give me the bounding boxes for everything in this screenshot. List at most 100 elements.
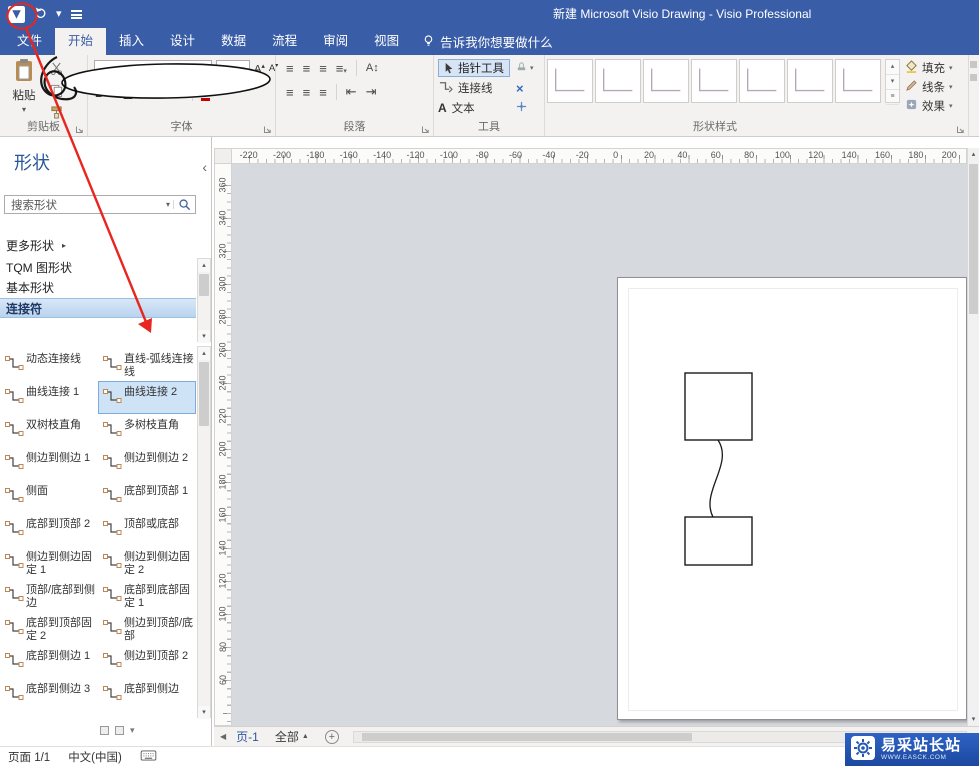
scrollbar-thumb[interactable] [199,362,209,426]
stencil-item[interactable]: 底部到侧边 [98,678,196,711]
scroll-down-icon[interactable]: ▾ [198,330,210,343]
stencil-item[interactable]: 侧边到顶部/底部 [98,612,196,645]
bold-button[interactable]: B [95,86,104,100]
shape-styles-dialog-launcher-icon[interactable] [956,123,966,133]
page-nav-left-icon[interactable]: ◀ [220,732,226,741]
italic-button[interactable]: I [112,86,116,101]
more-shapes-item[interactable]: 更多形状 ▸ [6,237,66,254]
stencil-item[interactable]: 曲线连接 1 [0,381,98,414]
page-info[interactable]: 页面 1/1 [8,749,50,765]
scroll-up-icon[interactable]: ▴ [198,347,210,360]
scroll-up-icon[interactable]: ▴ [198,259,210,272]
connection-point-plus-icon[interactable] [516,101,527,115]
stamp-tool-icon[interactable] [516,61,527,75]
align-bottom-icon[interactable]: ≡ [319,85,327,100]
scroll-down-icon[interactable]: ▾ [968,713,979,726]
align-top-icon[interactable]: ≡ [286,85,294,100]
align-center-icon[interactable]: ≡ [319,61,327,76]
add-page-button[interactable]: + [324,729,339,744]
shape-style-thumbnail[interactable] [643,59,689,103]
scrollbar-thumb[interactable] [199,274,209,296]
stencil-item[interactable]: 双树枝直角 [0,414,98,447]
stencil-item[interactable]: 侧边到侧边 2 [98,447,196,480]
paragraph-dialog-launcher-icon[interactable] [421,123,431,133]
shape-search-box[interactable]: 搜索形状 ▾ [4,195,196,214]
visio-app-icon[interactable] [8,5,25,23]
ribbon-tab[interactable]: 审阅 [310,28,361,55]
stencil-tab[interactable]: 连接符 [0,298,196,318]
stencil-list-scrollbar[interactable]: ▴ ▾ [197,258,211,343]
undo-icon[interactable] [34,6,47,22]
shape-style-thumbnail[interactable] [835,59,881,103]
stencil-item[interactable]: 底部到顶部 2 [0,513,98,546]
all-pages-button[interactable]: 全部 ▲ [275,728,309,745]
ribbon-tab[interactable]: 数据 [208,28,259,55]
stencil-item[interactable]: 侧边到侧边固定 2 [98,546,196,579]
ribbon-tab[interactable]: 插入 [106,28,157,55]
stencil-item[interactable]: 底部到顶部固定 2 [0,612,98,645]
ribbon-tab[interactable]: 流程 [259,28,310,55]
change-case-button[interactable]: Aa▾ [166,86,184,100]
ribbon-tab[interactable]: 文件 [4,28,55,55]
stencil-item[interactable]: 动态连接线 [0,348,98,381]
align-left-icon[interactable]: ≡ [303,61,311,76]
scrollbar-thumb[interactable] [361,732,692,741]
gallery-down-icon[interactable]: ▾ [886,75,899,90]
tell-me-box[interactable]: 告诉我你想要做什么 [422,28,553,55]
text-direction-icon[interactable]: A↕ [366,62,379,74]
line-spacing-icon[interactable]: ≡▾ [336,61,347,76]
search-icon[interactable] [174,198,195,211]
scroll-up-icon[interactable]: ▴ [968,148,979,161]
stencil-item[interactable]: 侧边到侧边固定 1 [0,546,98,579]
search-dropdown-icon[interactable]: ▾ [163,200,174,209]
bullets-icon[interactable]: ≡ [286,61,294,76]
line-button[interactable]: 线条 ▾ [905,77,953,96]
stencil-item[interactable]: 底部到侧边 1 [0,645,98,678]
stencil-item[interactable]: 底部到顶部 1 [98,480,196,513]
stencil-item[interactable]: 侧边到侧边 1 [0,447,98,480]
stencil-view-icon[interactable] [115,726,124,735]
cut-icon[interactable] [50,62,63,78]
stencil-tab[interactable]: 基本形状 [0,278,196,298]
stencil-item[interactable]: 顶部/底部到侧边 [0,579,98,612]
gallery-expand-icon[interactable]: ≡ [886,90,899,105]
font-color-button[interactable]: A [201,86,210,101]
stencil-tab[interactable]: TQM 图形状 [0,258,196,278]
shape-style-thumbnail[interactable] [595,59,641,103]
stencil-item[interactable]: 侧边到顶部 2 [98,645,196,678]
increase-indent-icon[interactable]: ⇥ [366,84,377,100]
stencil-item[interactable]: 底部到底部固定 1 [98,579,196,612]
shape-style-thumbnail[interactable] [691,59,737,103]
stencil-item[interactable]: 顶部或底部 [98,513,196,546]
canvas-vertical-scrollbar[interactable]: ▴ ▾ [967,148,979,726]
collapse-panel-icon[interactable]: ‹ [202,159,207,175]
page-tab-page1[interactable]: 页-1 [236,728,259,745]
qat-customize-chevron-icon[interactable]: ▾ [56,8,62,20]
drawing-page[interactable] [617,277,967,720]
language-indicator[interactable]: 中文(中国) [68,749,122,765]
stencil-item[interactable]: 直线-弧线连接线 [98,348,196,381]
ribbon-tab[interactable]: 开始 [55,28,107,55]
stencil-item[interactable]: 多树枝直角 [98,414,196,447]
stencil-items-scrollbar[interactable]: ▴ ▾ [197,346,211,719]
stamp-tool-dropdown-icon[interactable]: ▾ [530,64,534,72]
curved-connector[interactable] [709,439,724,518]
text-tool-button[interactable]: 文本 [452,100,475,116]
gallery-up-icon[interactable]: ▴ [886,60,899,75]
underline-button[interactable]: U [124,86,133,100]
stencil-toolbar-dropdown-icon[interactable]: ▾ [130,725,135,736]
stencil-item[interactable]: 侧面 [0,480,98,513]
ribbon-tab[interactable]: 视图 [361,28,412,55]
touch-mode-icon[interactable] [70,9,82,19]
font-name-combo[interactable]: ▾ [94,60,212,79]
stencil-item[interactable]: 曲线连接 2 [98,381,196,414]
paste-button[interactable]: 粘贴 ▾ [4,58,44,118]
drawing-canvas[interactable] [232,164,967,726]
clipboard-dialog-launcher-icon[interactable] [75,123,85,133]
stencil-view-icon[interactable] [100,726,109,735]
align-middle-icon[interactable]: ≡ [303,85,311,100]
strikethrough-button[interactable]: abc [140,87,158,99]
ribbon-tab[interactable]: 设计 [157,28,208,55]
pointer-tool-button[interactable]: 指针工具 [438,59,510,77]
font-dialog-launcher-icon[interactable] [263,123,273,133]
